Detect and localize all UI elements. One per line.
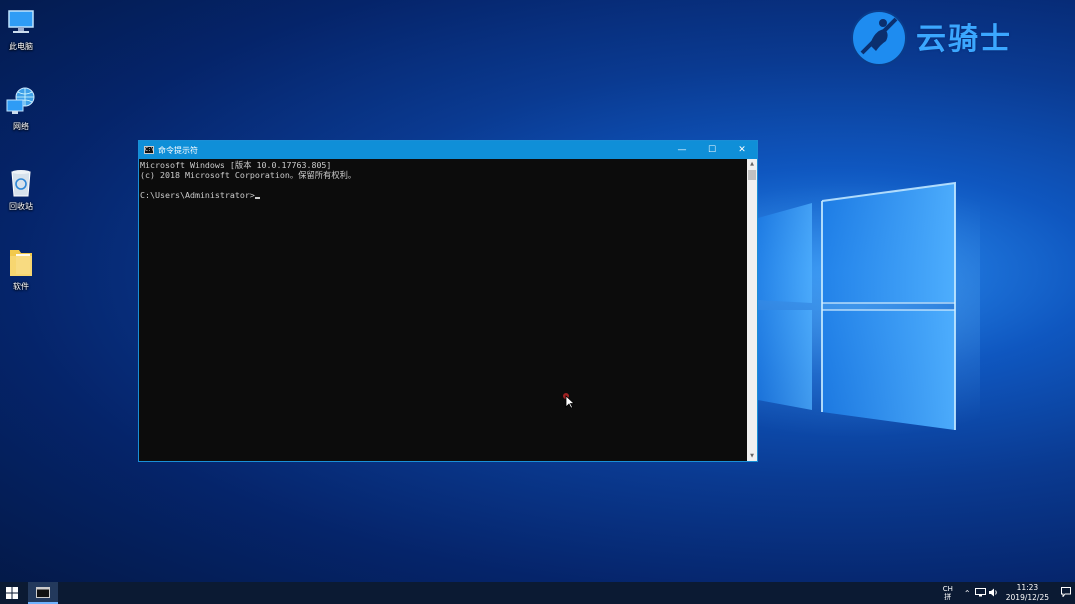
ime-mode: 拼 — [944, 593, 952, 601]
volume-icon[interactable] — [987, 588, 1000, 599]
console-line: Microsoft Windows [版本 10.0.17763.805] — [140, 160, 332, 170]
clock[interactable]: 11:23 2019/12/25 — [1006, 583, 1049, 603]
watermark-logo: 云骑士 — [848, 2, 1012, 70]
clock-date: 2019/12/25 — [1005, 593, 1049, 602]
mouse-pointer-icon — [563, 393, 575, 409]
text-cursor — [254, 197, 260, 199]
ime-language: CH — [942, 585, 953, 593]
console-line: (c) 2018 Microsoft Corporation。保留所有权利。 — [140, 170, 357, 180]
window-titlebar[interactable]: C:\ 命令提示符 — ☐ ✕ — [139, 141, 757, 159]
desktop-icon-recycle-bin[interactable]: 回收站 — [0, 166, 42, 212]
windows-start-icon — [6, 587, 18, 599]
scroll-up-icon[interactable]: ▲ — [747, 159, 757, 169]
desktop-icon-label: 网络 — [13, 122, 29, 131]
console-output[interactable]: Microsoft Windows [版本 10.0.17763.805] (c)… — [139, 159, 747, 461]
taskbar-item-cmd[interactable] — [28, 582, 58, 604]
desktop-icon-label: 此电脑 — [9, 42, 33, 51]
scroll-thumb[interactable] — [748, 170, 756, 180]
minimize-button[interactable]: — — [667, 141, 697, 159]
system-tray: CH 拼 ⌃ 11:23 2019/12/25 — [941, 582, 1075, 604]
network-icon — [5, 86, 37, 118]
desktop-icon-software-folder[interactable]: 软件 — [0, 246, 42, 292]
desktop-icon-this-pc[interactable]: 此电脑 — [0, 6, 42, 52]
close-button[interactable]: ✕ — [727, 141, 757, 159]
scroll-down-icon[interactable]: ▼ — [747, 451, 757, 461]
notification-icon[interactable] — [1057, 586, 1075, 600]
start-button[interactable] — [0, 582, 24, 604]
network-icon[interactable] — [974, 587, 987, 599]
desktop-icon-label: 回收站 — [9, 202, 33, 211]
console-prompt-line: C:\Users\Administrator> — [140, 190, 746, 200]
clock-time: 11:23 — [1016, 583, 1039, 592]
chevron-up-icon[interactable]: ⌃ — [961, 589, 974, 598]
window-title: 命令提示符 — [158, 145, 198, 155]
watermark-text: 云骑士 — [916, 22, 1012, 57]
cmd-taskbar-icon — [36, 586, 50, 598]
computer-icon — [5, 6, 37, 38]
maximize-button[interactable]: ☐ — [697, 141, 727, 159]
console-line: ​ — [140, 180, 746, 190]
desktop-icon-network[interactable]: 网络 — [0, 86, 42, 132]
console-prompt: C:\Users\Administrator> — [140, 190, 255, 200]
taskbar: CH 拼 ⌃ 11:23 2019/12/25 — [0, 582, 1075, 604]
cmd-window[interactable]: C:\ 命令提示符 — ☐ ✕ Microsoft Windows [版本 10… — [138, 140, 758, 462]
recycle-bin-icon — [5, 166, 37, 198]
folder-icon — [5, 246, 37, 278]
knight-logo-icon — [851, 10, 907, 66]
desktop-icon-label: 软件 — [13, 282, 29, 291]
ime-indicator[interactable]: CH 拼 — [941, 585, 955, 601]
vertical-scrollbar[interactable]: ▲ ▼ — [747, 159, 757, 461]
cmd-app-icon: C:\ — [144, 146, 155, 154]
